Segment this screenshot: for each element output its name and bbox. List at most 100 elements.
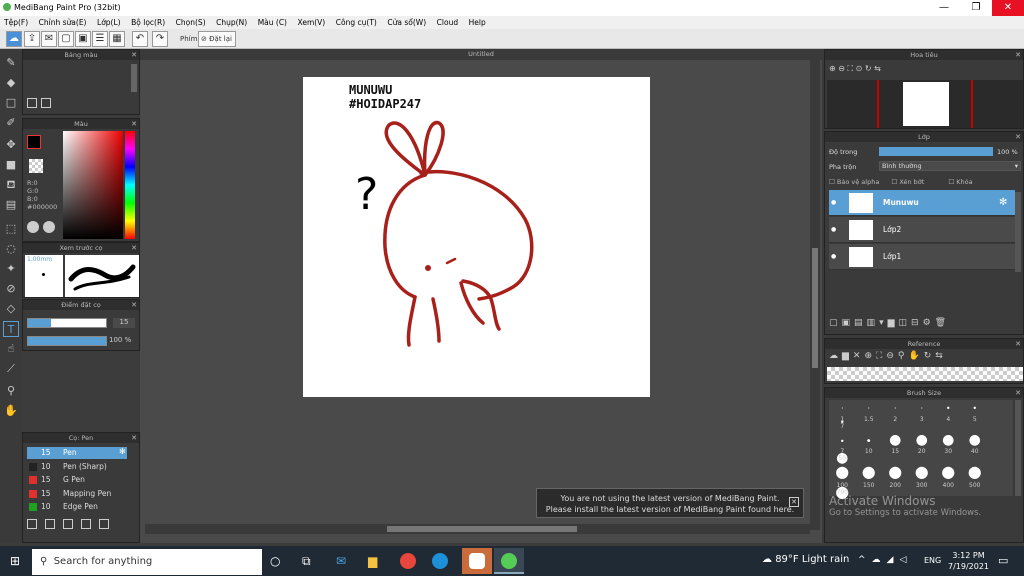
rect-tool-icon[interactable]: □ bbox=[3, 95, 19, 111]
menu-edit[interactable]: Chỉnh sửa(E) bbox=[35, 16, 91, 27]
menu-view[interactable]: Xem(V) bbox=[294, 16, 330, 27]
redo-icon[interactable]: ↷ bbox=[152, 31, 168, 47]
lock-checkbox[interactable]: ☐ Khóa bbox=[948, 178, 972, 186]
pen-tool-icon[interactable]: ✐ bbox=[3, 115, 19, 131]
panel-close-icon[interactable]: ✕ bbox=[1015, 388, 1021, 398]
maximize-button[interactable]: ❐ bbox=[960, 0, 992, 16]
visibility-icon[interactable]: ● bbox=[831, 217, 836, 243]
brush-size-scrollbar[interactable] bbox=[1015, 400, 1021, 496]
blend-mode-select[interactable]: Bình thường ▾ bbox=[879, 161, 1021, 171]
reference-hand-icon[interactable]: ✋ bbox=[908, 351, 923, 361]
layer-item[interactable]: ● Lớp1 bbox=[829, 244, 1015, 270]
reference-close-icon[interactable]: ✕ bbox=[853, 351, 865, 361]
new-palette-icon[interactable] bbox=[27, 98, 37, 108]
undo-icon[interactable]: ↶ bbox=[132, 31, 148, 47]
menu-help[interactable]: Help bbox=[465, 16, 490, 27]
clip-checkbox[interactable]: ☐ Xén bớt bbox=[891, 178, 924, 186]
eyedropper-tool-icon[interactable]: ⚲ bbox=[3, 383, 19, 399]
copy-layer-icon[interactable]: ◫ bbox=[899, 318, 912, 328]
brush-folder-icon[interactable] bbox=[81, 519, 91, 529]
visibility-icon[interactable]: ● bbox=[831, 244, 836, 270]
menu-file[interactable]: Tệp(F) bbox=[0, 16, 32, 27]
select-eraser-icon[interactable]: ◇ bbox=[3, 301, 19, 317]
brush-item[interactable]: 15 Mapping Pen bbox=[27, 488, 127, 500]
taskbar-search-box[interactable]: ⚲ Search for anything bbox=[32, 549, 262, 575]
layer-folder-icon[interactable]: ▆ bbox=[888, 318, 899, 328]
merge-layer-icon[interactable]: ⊟ bbox=[911, 318, 923, 328]
volume-icon[interactable]: ◁ bbox=[899, 555, 912, 565]
move-tool-icon[interactable]: ✥ bbox=[3, 137, 19, 153]
update-notice[interactable]: You are not using the latest version of … bbox=[536, 488, 804, 518]
grid-icon[interactable]: ▦ bbox=[109, 31, 125, 47]
reference-zoom-out-icon[interactable]: ⊖ bbox=[886, 351, 898, 361]
color-wheel-icon[interactable] bbox=[27, 221, 39, 233]
hue-slider[interactable] bbox=[125, 131, 135, 239]
text-tool-icon[interactable]: T bbox=[3, 321, 19, 337]
task-view-icon[interactable]: ⧉ bbox=[302, 554, 311, 569]
lasso-tool-icon[interactable]: ◌ bbox=[3, 241, 19, 257]
horizontal-scrollbar[interactable] bbox=[145, 524, 810, 534]
eraser-tool-icon[interactable]: ◆ bbox=[3, 75, 19, 91]
language-indicator[interactable]: ENG bbox=[924, 556, 941, 565]
clock[interactable]: 3:12 PM 7/19/2021 bbox=[948, 550, 989, 572]
divide-tool-icon[interactable]: ⟋ bbox=[3, 361, 19, 377]
menu-filter[interactable]: Bộ lọc(R) bbox=[127, 16, 169, 27]
edge-icon[interactable] bbox=[432, 553, 448, 569]
new-halftone-layer-icon[interactable]: ▣ bbox=[842, 318, 855, 328]
zoom-out-icon[interactable]: ⊖ bbox=[838, 64, 845, 73]
select-pen-icon[interactable]: ⊘ bbox=[3, 281, 19, 297]
magic-wand-icon[interactable]: ✦ bbox=[3, 261, 19, 277]
new-1bit-layer-icon[interactable]: ▥ bbox=[867, 318, 880, 328]
delete-layer-icon[interactable]: 🗑 bbox=[935, 318, 950, 328]
transparent-swatch[interactable] bbox=[29, 159, 43, 173]
menu-color[interactable]: Màu (C) bbox=[254, 16, 291, 27]
layer-scrollbar[interactable] bbox=[1015, 192, 1021, 272]
new-layer-icon[interactable]: ▢ bbox=[829, 318, 842, 328]
panel-close-icon[interactable]: ✕ bbox=[131, 119, 137, 129]
panel-close-icon[interactable]: ✕ bbox=[131, 243, 137, 253]
onedrive-icon[interactable]: ☁ bbox=[872, 555, 887, 565]
layer-opacity-slider[interactable] bbox=[879, 147, 993, 156]
menu-tools[interactable]: Công cụ(T) bbox=[332, 16, 381, 27]
panel-close-icon[interactable]: ✕ bbox=[1015, 339, 1021, 349]
brush-size-grid[interactable]: · · · · • •• 1 1.5 2 3 4 57 • • ● ● ● ●● 7 10 15 20 30 4050 … bbox=[829, 400, 1013, 501]
brush-opacity-slider[interactable] bbox=[27, 336, 107, 346]
reference-zoom-in-icon[interactable]: ⊕ bbox=[864, 351, 876, 361]
palette-scrollbar[interactable] bbox=[131, 64, 137, 92]
zoom-in-icon[interactable]: ⊕ bbox=[829, 64, 836, 73]
notifications-icon[interactable]: ▭ bbox=[998, 554, 1008, 567]
brush-tool-icon[interactable]: ✎ bbox=[3, 55, 19, 71]
reference-canvas[interactable] bbox=[827, 367, 1023, 381]
panel-close-icon[interactable]: ✕ bbox=[131, 50, 137, 60]
fit-icon[interactable]: ⛶ bbox=[848, 64, 854, 73]
add-layer-menu-icon[interactable]: ▾ bbox=[879, 318, 888, 328]
chevron-up-icon[interactable]: ^ bbox=[858, 555, 872, 565]
panel-close-icon[interactable]: ✕ bbox=[131, 300, 137, 310]
network-icon[interactable]: ◢ bbox=[887, 555, 900, 565]
weather-widget[interactable]: ☁ 89°F Light rain bbox=[762, 554, 849, 565]
navigator-preview[interactable] bbox=[827, 80, 1023, 128]
menu-window[interactable]: Cửa sổ(W) bbox=[383, 16, 430, 27]
cloud-icon[interactable]: ☁ bbox=[6, 31, 22, 47]
brush-item[interactable]: 15 Pen ✻ bbox=[27, 447, 127, 459]
brush-item[interactable]: 15 G Pen bbox=[27, 474, 127, 486]
palette-menu-icon[interactable] bbox=[41, 98, 51, 108]
panel-close-icon[interactable]: ✕ bbox=[131, 433, 137, 443]
select-tool-icon[interactable]: ⬚ bbox=[3, 221, 19, 237]
protect-alpha-checkbox[interactable]: ☐ Bảo vệ alpha bbox=[829, 178, 879, 186]
actual-size-icon[interactable]: ⊙ bbox=[856, 64, 863, 73]
reference-flip-icon[interactable]: ⇆ bbox=[935, 351, 947, 361]
zalo-app-button[interactable] bbox=[462, 548, 492, 574]
add-brush-icon[interactable] bbox=[27, 519, 37, 529]
flip-icon[interactable]: ⇆ bbox=[874, 64, 881, 73]
close-notice-icon[interactable]: ✕ bbox=[789, 497, 799, 507]
minimize-button[interactable]: — bbox=[928, 0, 960, 16]
drawing-canvas[interactable]: MUNUWU #HOIDAP247 ? bbox=[303, 77, 650, 397]
menu-select[interactable]: Chọn(S) bbox=[172, 16, 210, 27]
reference-fit-icon[interactable]: ⛶ bbox=[876, 351, 886, 361]
menu-layer[interactable]: Lớp(L) bbox=[93, 16, 125, 27]
list-icon[interactable]: ☰ bbox=[92, 31, 108, 47]
reset-snap-button[interactable]: ⊘ Đặt lại bbox=[198, 31, 236, 47]
medibang-app-button[interactable] bbox=[494, 548, 524, 574]
close-button[interactable]: ✕ bbox=[992, 0, 1024, 16]
